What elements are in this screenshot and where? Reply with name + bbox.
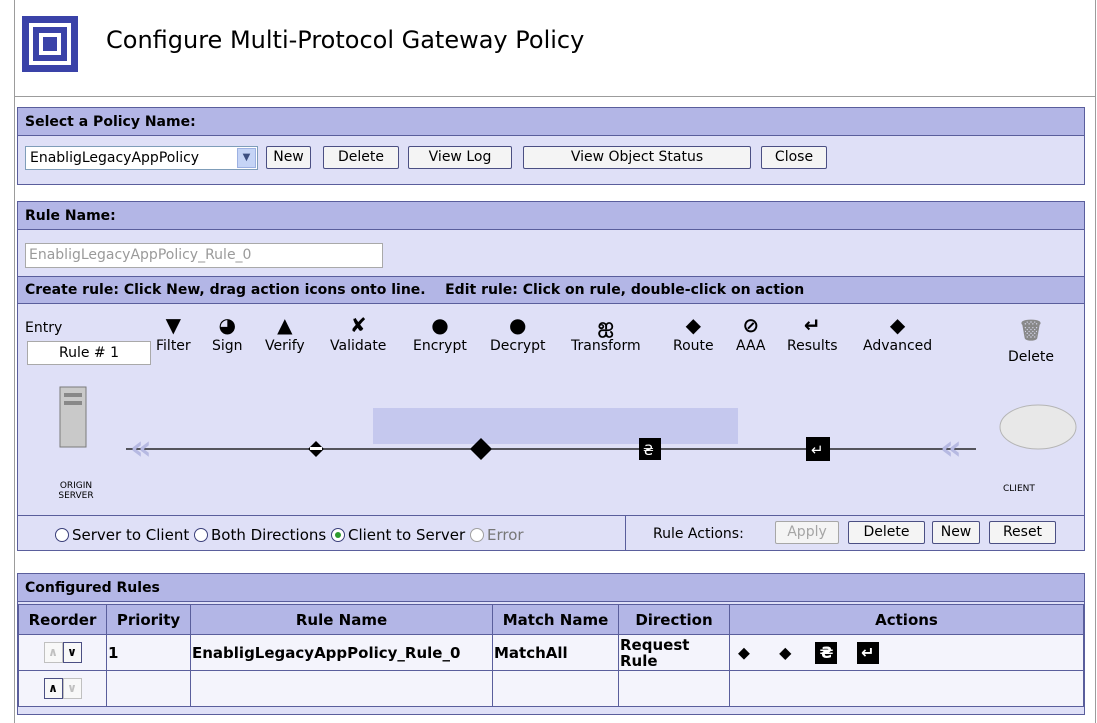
decrypt-icon: ●	[509, 313, 527, 337]
client-cloud-icon	[999, 404, 1077, 450]
direction-radio-group: Server to Client Both Directions Client …	[55, 526, 524, 544]
rule-name-cell	[190, 670, 493, 707]
rule-panel: Rule Name: EnabligLegacyAppPolicy_Rule_0…	[17, 201, 1085, 551]
match-name-cell: MatchAll	[492, 634, 619, 671]
aaa-icon: ⊘	[742, 313, 760, 337]
origin-server-label: ORIGIN SERVER	[58, 481, 94, 501]
page-title: Configure Multi-Protocol Gateway Policy	[106, 26, 585, 54]
new-rule-button[interactable]: New	[932, 521, 980, 544]
action-route[interactable]: ◆ Route	[673, 313, 714, 354]
table-row[interactable]: ∧ ∨	[18, 670, 1084, 707]
advanced-icon: ◆	[889, 313, 906, 337]
action-aaa[interactable]: ⊘ AAA	[736, 313, 766, 354]
view-object-status-button[interactable]: View Object Status	[523, 146, 751, 169]
rule-panel-heading: Rule Name:	[18, 202, 1084, 230]
left-arrow-icon: «	[130, 428, 152, 468]
actions-cell: ⬥ ◆ ₴ ↵	[729, 634, 1084, 671]
direction-cell: Request Rule	[618, 634, 730, 671]
sign-icon: ◕	[218, 313, 236, 337]
filter-icon: ▼	[165, 313, 182, 337]
action-decrypt[interactable]: ● Decrypt	[490, 313, 546, 354]
view-log-button[interactable]: View Log	[408, 146, 512, 169]
trash-icon: 🗑	[1018, 318, 1044, 342]
radio-both-directions[interactable]: Both Directions	[194, 526, 326, 544]
encrypt-icon: ●	[431, 313, 449, 337]
policy-panel-heading: Select a Policy Name:	[18, 108, 1084, 136]
action-results[interactable]: ↵ Results	[787, 313, 838, 354]
table-row[interactable]: ∧ ∨ 1 EnabligLegacyAppPolicy_Rule_0 Match…	[18, 634, 1084, 671]
new-policy-button[interactable]: New	[266, 146, 311, 169]
actions-cell	[729, 670, 1084, 707]
action-validate[interactable]: ✘ Validate	[330, 313, 386, 354]
gateway-device-image	[373, 408, 738, 444]
rule-instructions: Create rule: Click New, drag action icon…	[18, 276, 1084, 304]
col-match-name: Match Name	[492, 604, 619, 635]
filter-action-icon[interactable]: ⬥	[733, 642, 755, 664]
direction-divider	[625, 516, 626, 551]
delete-policy-button[interactable]: Delete	[323, 146, 399, 169]
rule-name-cell[interactable]: EnabligLegacyAppPolicy_Rule_0	[190, 634, 493, 671]
move-up-icon: ∧	[43, 642, 63, 663]
radio-client-to-server[interactable]: Client to Server	[330, 526, 465, 544]
action-advanced[interactable]: ◆ Advanced	[863, 313, 932, 354]
rule-editor: Entry Rule # 1 ▼ Filter ◕ Sign ▲ Verify ✘ Va…	[18, 305, 1084, 515]
policy-select-value: EnabligLegacyAppPolicy	[30, 150, 200, 166]
apply-button[interactable]: Apply	[775, 521, 839, 544]
route-icon: ◆	[685, 313, 702, 337]
direction-bar: Server to Client Both Directions Client …	[18, 515, 1084, 551]
entry-rule-input[interactable]: Rule # 1	[27, 341, 151, 365]
move-up-icon[interactable]: ∧	[43, 678, 63, 699]
svg-text:↵: ↵	[811, 441, 824, 459]
rule-line-diagram: « « ₴ ↵	[59, 386, 1077, 468]
right-arrow-icon: «	[940, 428, 962, 468]
direction-cell	[618, 670, 730, 707]
policy-select[interactable]: EnabligLegacyAppPolicy ▼	[25, 146, 258, 170]
nested-squares-icon	[22, 16, 78, 72]
col-priority: Priority	[106, 604, 191, 635]
action-verify[interactable]: ▲ Verify	[265, 313, 305, 354]
move-down-icon[interactable]: ∨	[62, 642, 82, 663]
policy-panel: Select a Policy Name: EnabligLegacyAppPo…	[17, 107, 1085, 185]
priority-cell: 1	[106, 634, 191, 671]
rule-name-input[interactable]: EnabligLegacyAppPolicy_Rule_0	[25, 243, 383, 268]
match-name-cell	[492, 670, 619, 707]
radio-error[interactable]: Error	[469, 526, 524, 544]
action-filter[interactable]: ▼ Filter	[156, 313, 191, 354]
transform-icon: ஐ	[597, 313, 614, 337]
client-label: CLIENT	[1003, 484, 1035, 494]
reorder-cell: ∧ ∨	[18, 670, 107, 707]
col-rule-name: Rule Name	[190, 604, 493, 635]
configured-rules-heading: Configured Rules	[18, 574, 1084, 602]
chevron-down-icon[interactable]: ▼	[237, 148, 256, 168]
col-reorder: Reorder	[18, 604, 107, 635]
rule-actions-label: Rule Actions:	[653, 526, 744, 542]
action-encrypt[interactable]: ● Encrypt	[413, 313, 467, 354]
reorder-cell: ∧ ∨	[18, 634, 107, 671]
col-direction: Direction	[618, 604, 730, 635]
server-icon	[59, 386, 87, 448]
move-down-icon: ∨	[62, 678, 82, 699]
action-transform[interactable]: ஐ Transform	[571, 313, 641, 354]
entry-label: Entry	[25, 320, 63, 336]
delete-rule-button[interactable]: Delete	[848, 521, 925, 544]
validate-icon: ✘	[349, 313, 367, 337]
route-action-icon[interactable]: ◆	[774, 642, 796, 664]
header-divider	[14, 96, 1096, 97]
svg-text:₴: ₴	[643, 443, 654, 459]
results-action-icon[interactable]: ↵	[856, 641, 879, 664]
verify-icon: ▲	[277, 313, 293, 337]
rules-table: Reorder Priority Rule Name Match Name Di…	[18, 604, 1084, 707]
configured-rules-panel: Configured Rules Reorder Priority Rule N…	[17, 573, 1085, 715]
col-actions: Actions	[729, 604, 1084, 635]
priority-cell	[106, 670, 191, 707]
transform-action-icon[interactable]: ₴	[815, 641, 838, 664]
delete-action-target[interactable]: 🗑 Delete	[1008, 313, 1054, 365]
close-button[interactable]: Close	[761, 146, 827, 169]
radio-server-to-client[interactable]: Server to Client	[55, 526, 189, 544]
reset-button[interactable]: Reset	[989, 521, 1056, 544]
action-sign[interactable]: ◕ Sign	[212, 313, 243, 354]
results-icon: ↵	[803, 313, 821, 337]
